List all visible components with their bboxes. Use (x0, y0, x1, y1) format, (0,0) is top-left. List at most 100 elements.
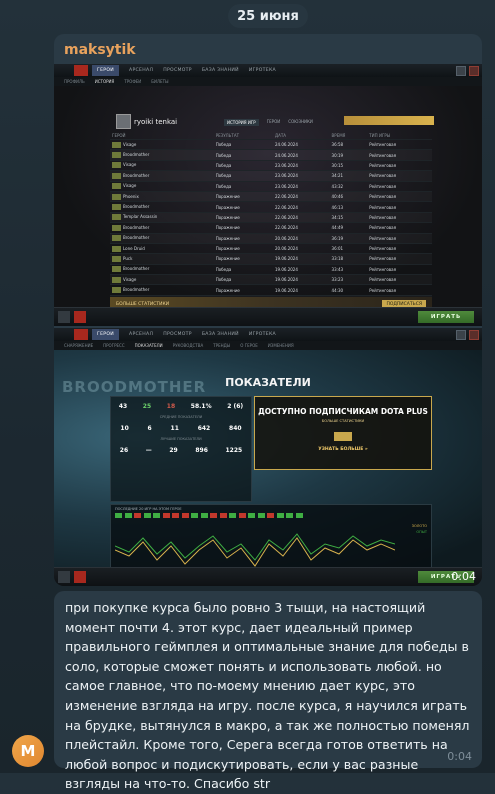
type-cell: Рейтинговая (367, 232, 432, 244)
hero-cell: Phoenix (110, 190, 214, 202)
hero-name-cell: Templar Assassin (123, 214, 158, 220)
date-separator: 25 июня (228, 4, 308, 28)
date-cell: 22.06.2024 (272, 201, 330, 213)
hero-cell: Broodmother (110, 263, 214, 275)
avg-xpm: 840 (229, 425, 242, 432)
learn-more-label: УЗНАТЬ БОЛЬШЕ (318, 447, 364, 452)
table-row: Broodmother Победа 19.06.2024 33:43 Рейтинго… (110, 263, 432, 275)
dota-logo-icon (74, 329, 88, 340)
subnav-trophies: ТРОФЕИ (124, 79, 142, 84)
more-stats-label: БОЛЬШЕ СТАТИСТИКИ (116, 301, 170, 307)
type-cell: Рейтинговая (367, 242, 432, 254)
promo-learn-more: УЗНАТЬ БОЛЬШЕ » (318, 447, 368, 452)
date-cell: 22.06.2024 (272, 222, 330, 234)
result-cell: Поражение (213, 253, 273, 265)
table-row: Broodmother Поражение 19.06.2024 44:30 Рейти… (110, 284, 432, 296)
loss-marker (162, 513, 170, 518)
nav-arcade: ИГРОТЕКА (248, 68, 276, 73)
settings-icon (456, 329, 466, 340)
graph-title: ПОСЛЕДНИЕ 20 ИГР НА ЭТОМ ГЕРОЕ (115, 507, 182, 511)
best-stats-row: 26 — 29 896 1225 (111, 447, 251, 454)
sender-avatar[interactable]: M (12, 735, 44, 767)
date-cell: 20.06.2024 (272, 232, 330, 244)
hero-portrait-icon (112, 204, 121, 211)
win-marker (286, 513, 293, 518)
match-history-table: ГЕРОЙ РЕЗУЛЬТАТ ДАТА ВРЕМЯ ТИП ИГРЫ Visa… (110, 132, 432, 306)
time-cell: 44:30 (329, 284, 368, 296)
table-row: Visage Победа 24.06.2024 36:58 Рейтинговая (110, 138, 432, 150)
time-cell: 36:19 (329, 232, 368, 244)
hero-name-cell: Broodmother (123, 152, 150, 158)
media-message[interactable]: maksytik ГЕРОИ АРСЕНАЛ ПРОСМОТР БАЗА ЗНА… (54, 34, 482, 586)
time-cell: 33:43 (329, 263, 368, 275)
hero-name-cell: Broodmother (123, 235, 150, 241)
loss-marker (181, 513, 189, 518)
time-cell: 30:19 (329, 149, 368, 161)
best-deaths: — (145, 447, 152, 454)
profile-subnav: ПРОФИЛЬ ИСТОРИЯ ТРОФЕИ БИЛЕТЫ (54, 77, 482, 86)
win-marker (229, 513, 236, 518)
hero-name-cell: Phoenix (123, 193, 139, 199)
subnav-progress: ПРОГРЕСС (103, 343, 125, 348)
result-cell: Победа (213, 274, 273, 285)
avg-gpm: 642 (197, 425, 211, 432)
hero-name-cell: Broodmother (123, 266, 150, 272)
table-row: Phoenix Поражение 22.06.2024 40:46 Рейтингов… (110, 190, 432, 202)
type-cell: Рейтинговая (367, 274, 432, 285)
hero-portrait-icon (112, 276, 121, 283)
table-row: Puck Поражение 19.06.2024 33:18 Рейтинговая (110, 253, 432, 265)
result-cell: Победа (213, 159, 273, 171)
table-row: Visage Победа 23.06.2024 30:15 Рейтинговая (110, 159, 432, 171)
hero-portrait-icon (112, 224, 121, 231)
hero-name-cell: Broodmother (123, 224, 150, 230)
nav-heroes: ГЕРОИ (92, 65, 120, 76)
hero-cell: Templar Assassin (110, 211, 214, 223)
date-cell: 24.06.2024 (272, 138, 330, 150)
time-cell: 36:01 (329, 242, 368, 254)
type-cell: Рейтинговая (367, 159, 432, 171)
result-cell: Поражение (213, 232, 273, 244)
power-icon (469, 65, 479, 76)
chat-icon (58, 571, 70, 583)
type-cell: Рейтинговая (367, 263, 432, 275)
best-kills: 26 (119, 447, 129, 454)
stat-wins: 25 (142, 403, 152, 410)
best-assists: 29 (169, 447, 178, 454)
loss-marker (172, 513, 179, 518)
chat-icon (58, 311, 70, 323)
type-cell: Рейтинговая (367, 253, 432, 265)
loss-marker (267, 513, 274, 518)
hero-portrait-icon (112, 172, 121, 179)
result-cell: Победа (213, 263, 273, 275)
table-row: Visage Победа 23.06.2024 43:32 Рейтинговая (110, 180, 432, 192)
avg-assists: 11 (170, 425, 179, 432)
type-cell: Рейтинговая (367, 149, 432, 161)
subnav-stats: ПОКАЗАТЕЛИ (134, 343, 163, 348)
time-cell: 46:13 (329, 201, 368, 213)
nav-heroes: ГЕРОИ (92, 329, 120, 340)
nav-armory: АРСЕНАЛ (129, 332, 154, 337)
dota-topbar: ГЕРОИ АРСЕНАЛ ПРОСМОТР БАЗА ЗНАНИЙ ИГРОТ… (54, 328, 482, 342)
result-cell: Поражение (213, 222, 273, 234)
hero-cell: Broodmother (110, 232, 214, 244)
screenshot-match-history[interactable]: ГЕРОИ АРСЕНАЛ ПРОСМОТР БАЗА ЗНАНИЙ ИГРОТ… (54, 64, 482, 326)
subnav-trends: ТРЕНДЫ (213, 343, 231, 348)
hero-portrait-icon (112, 235, 121, 242)
hero-name-cell: Broodmother (123, 204, 150, 210)
hero-cell: Puck (110, 253, 214, 265)
best-gpm: 896 (195, 447, 208, 454)
sender-name[interactable]: maksytik (64, 42, 136, 58)
video-hero-stats[interactable]: ГЕРОИ АРСЕНАЛ ПРОСМОТР БАЗА ЗНАНИЙ ИГРОТ… (54, 328, 482, 586)
table-row: Lone Druid Поражение 20.06.2024 36:01 Рейтин… (110, 242, 432, 254)
result-cell: Поражение (213, 242, 273, 254)
table-row: Broodmother Поражение 22.06.2024 44:49 Рейти… (110, 222, 432, 234)
result-cell: Победа (213, 170, 273, 182)
type-cell: Рейтинговая (367, 222, 432, 234)
tab-match-history: ИСТОРИЯ ИГР (224, 119, 259, 126)
nav-learn: БАЗА ЗНАНИЙ (201, 332, 239, 337)
result-cell: Победа (213, 149, 273, 161)
time-cell: 40:46 (329, 190, 368, 202)
hero-cell: Visage (110, 138, 214, 150)
text-message[interactable]: при покупке курса было ровно 3 тыщи, на … (54, 591, 482, 791)
date-cell: 22.06.2024 (272, 211, 330, 223)
